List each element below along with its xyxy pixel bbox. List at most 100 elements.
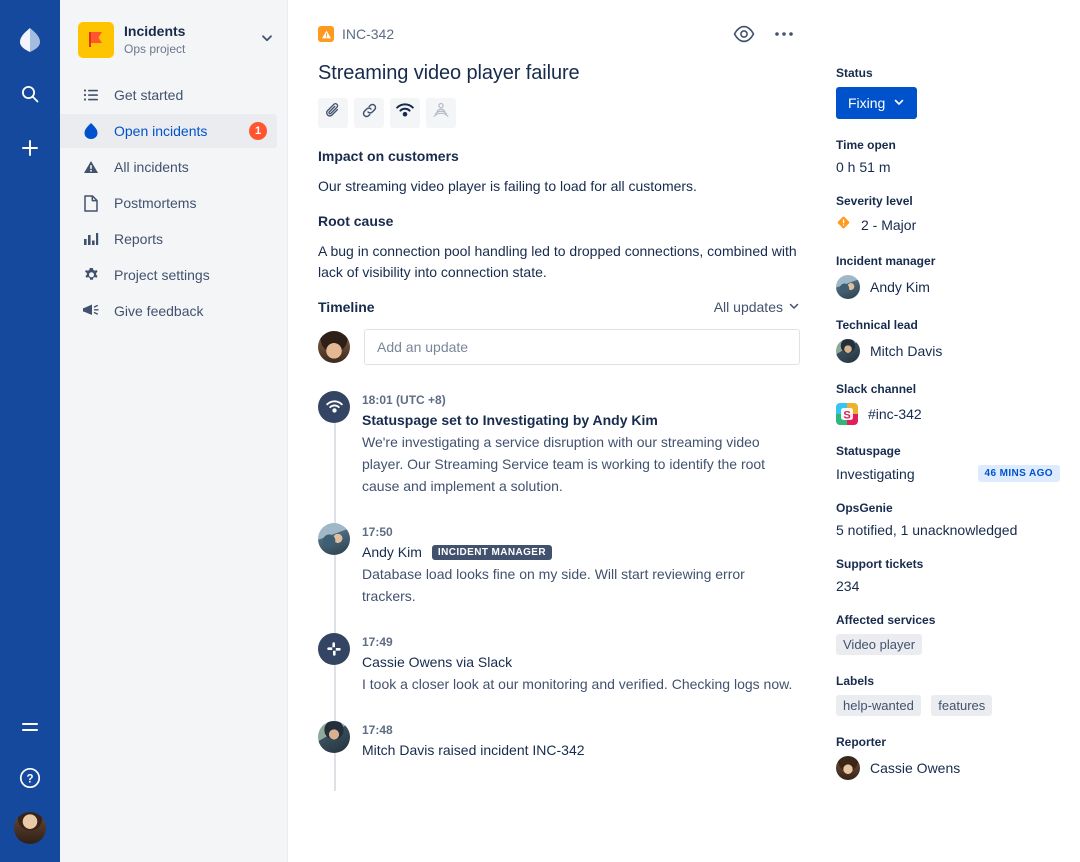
main-region: INC-342 Streaming video player failure I…: [288, 0, 1080, 862]
attach-button[interactable]: [318, 98, 348, 128]
field-labels: Labels help-wanted features: [836, 674, 1060, 716]
rail-bottom-group: ?: [0, 712, 60, 844]
more-dots-icon[interactable]: [772, 22, 796, 46]
role-badge: INCIDENT MANAGER: [431, 544, 552, 560]
user-avatar: [318, 721, 350, 753]
timeline-entry: 18:01 (UTC +8) Statuspage set to Investi…: [318, 391, 800, 497]
timeline-filter-dropdown[interactable]: All updates: [714, 299, 800, 315]
timeline-entry-head: Statuspage set to Investigating by Andy …: [362, 412, 800, 428]
section-root-cause: Root cause A bug in connection pool hand…: [318, 213, 800, 283]
timeline-entry-time: 18:01 (UTC +8): [362, 393, 446, 407]
statuspage-row: Investigating 46 MINS AGO: [836, 465, 1060, 482]
timeline-entry-body: 17:48 Mitch Davis raised incident INC-34…: [362, 721, 800, 761]
svg-text:?: ?: [26, 773, 33, 785]
timeline-entry-body: 18:01 (UTC +8) Statuspage set to Investi…: [362, 391, 800, 497]
quick-action-buttons: [318, 98, 800, 128]
field-value: Investigating: [836, 465, 915, 482]
link-button[interactable]: [354, 98, 384, 128]
severity-value-row[interactable]: 2 - Major: [836, 215, 1060, 235]
timeline-entry-head: Cassie Owens via Slack: [362, 654, 800, 670]
affected-service-chip[interactable]: Video player: [836, 634, 923, 655]
sidebar-item-get-started[interactable]: Get started: [60, 78, 277, 112]
field-reporter: Reporter Cassie Owens: [836, 735, 1060, 780]
timeline-entry-text: We're investigating a service disruption…: [362, 434, 766, 494]
section-impact: Impact on customers Our streaming video …: [318, 148, 800, 197]
slack-icon: S: [836, 403, 858, 425]
svg-text:S: S: [843, 409, 850, 421]
sidebar-item-project-settings[interactable]: Project settings: [60, 258, 277, 292]
sidebar-item-all-incidents[interactable]: All incidents: [60, 150, 277, 184]
sidebar-item-label: All incidents: [114, 159, 189, 175]
alert-signal-icon: [396, 103, 414, 123]
sidebar-item-reports[interactable]: Reports: [60, 222, 277, 256]
field-label: Time open: [836, 138, 896, 152]
field-value: Mitch Davis: [870, 343, 943, 359]
timeline-entry-author: Cassie Owens via Slack: [362, 654, 513, 670]
status-dropdown-button[interactable]: Fixing: [836, 87, 918, 119]
paperclip-icon: [325, 102, 342, 124]
plus-icon[interactable]: [14, 132, 46, 164]
timeline-avatar: [318, 721, 350, 753]
help-icon[interactable]: ?: [14, 762, 46, 794]
field-support-tickets: Support tickets 234: [836, 557, 1060, 594]
project-name: Incidents: [124, 23, 186, 39]
sidebar-item-give-feedback[interactable]: Give feedback: [60, 294, 277, 328]
field-label: Reporter: [836, 735, 887, 749]
avatar: [318, 331, 350, 363]
timeline-avatar: [318, 523, 350, 555]
field-statuspage: Statuspage Investigating 46 MINS AGO: [836, 444, 1060, 482]
chevron-down-icon[interactable]: [259, 30, 275, 51]
notify-button[interactable]: [426, 98, 456, 128]
sidebar-item-postmortems[interactable]: Postmortems: [60, 186, 277, 220]
field-label: Severity level: [836, 194, 913, 208]
label-chip[interactable]: help-wanted: [836, 695, 921, 716]
reporter-person[interactable]: Cassie Owens: [836, 756, 1060, 780]
field-label: Incident manager: [836, 254, 936, 268]
label-chip[interactable]: features: [931, 695, 993, 716]
field-label: Slack channel: [836, 382, 917, 396]
add-update-input[interactable]: [364, 329, 800, 365]
field-value: #inc-342: [868, 406, 922, 422]
timeline-entry-time: 17:50: [362, 525, 393, 539]
section-heading: Impact on customers: [318, 148, 459, 164]
timeline-entry-author: Andy Kim: [362, 544, 422, 560]
sidebar-item-label: Postmortems: [114, 195, 197, 211]
project-subtitle: Ops project: [124, 42, 186, 56]
breadcrumb-label[interactable]: INC-342: [342, 26, 394, 42]
timeline-entry-body: 17:50 Andy Kim INCIDENT MANAGER Database…: [362, 523, 800, 607]
avatar: [836, 275, 860, 299]
rail-top-group: [14, 0, 46, 164]
section-body: A bug in connection pool handling led to…: [318, 243, 797, 280]
project-header[interactable]: Incidents Ops project: [60, 16, 287, 64]
profile-avatar[interactable]: [14, 812, 46, 844]
sidebar-item-label: Reports: [114, 231, 164, 247]
slack-icon: [318, 633, 350, 665]
field-label: Statuspage: [836, 444, 901, 458]
broadcast-person-icon: [432, 102, 450, 124]
section-heading: Root cause: [318, 213, 394, 229]
field-value: 0 h 51 m: [836, 159, 891, 175]
breadcrumb[interactable]: INC-342: [318, 26, 394, 42]
field-value: Andy Kim: [870, 279, 930, 295]
technical-lead-person[interactable]: Mitch Davis: [836, 339, 1060, 363]
sidebar-item-label: Project settings: [114, 267, 210, 283]
sidebar-item-open-incidents[interactable]: Open incidents 1: [60, 114, 277, 148]
slack-channel-row[interactable]: S #inc-342: [836, 403, 1060, 425]
avatar: [836, 339, 860, 363]
timeline-list: 18:01 (UTC +8) Statuspage set to Investi…: [318, 391, 800, 791]
triangle-alert-icon: [82, 159, 100, 175]
incident-manager-person[interactable]: Andy Kim: [836, 275, 1060, 299]
timeline-avatar: [318, 391, 350, 423]
field-label: Affected services: [836, 613, 936, 627]
field-time-open: Time open 0 h 51 m: [836, 138, 1060, 175]
field-status: Status Fixing: [836, 66, 1060, 119]
app-root: ? Incidents Ops project Get started Open…: [0, 0, 1080, 862]
content-topbar: INC-342: [318, 22, 800, 46]
timeline-entry: 17:50 Andy Kim INCIDENT MANAGER Database…: [318, 523, 800, 607]
opsgenie-logo-icon[interactable]: [14, 24, 46, 56]
watch-eye-icon[interactable]: [732, 22, 756, 46]
timeline-entry-head: Andy Kim INCIDENT MANAGER: [362, 544, 800, 560]
alert-button[interactable]: [390, 98, 420, 128]
menu-icon[interactable]: [14, 712, 46, 744]
search-icon[interactable]: [14, 78, 46, 110]
